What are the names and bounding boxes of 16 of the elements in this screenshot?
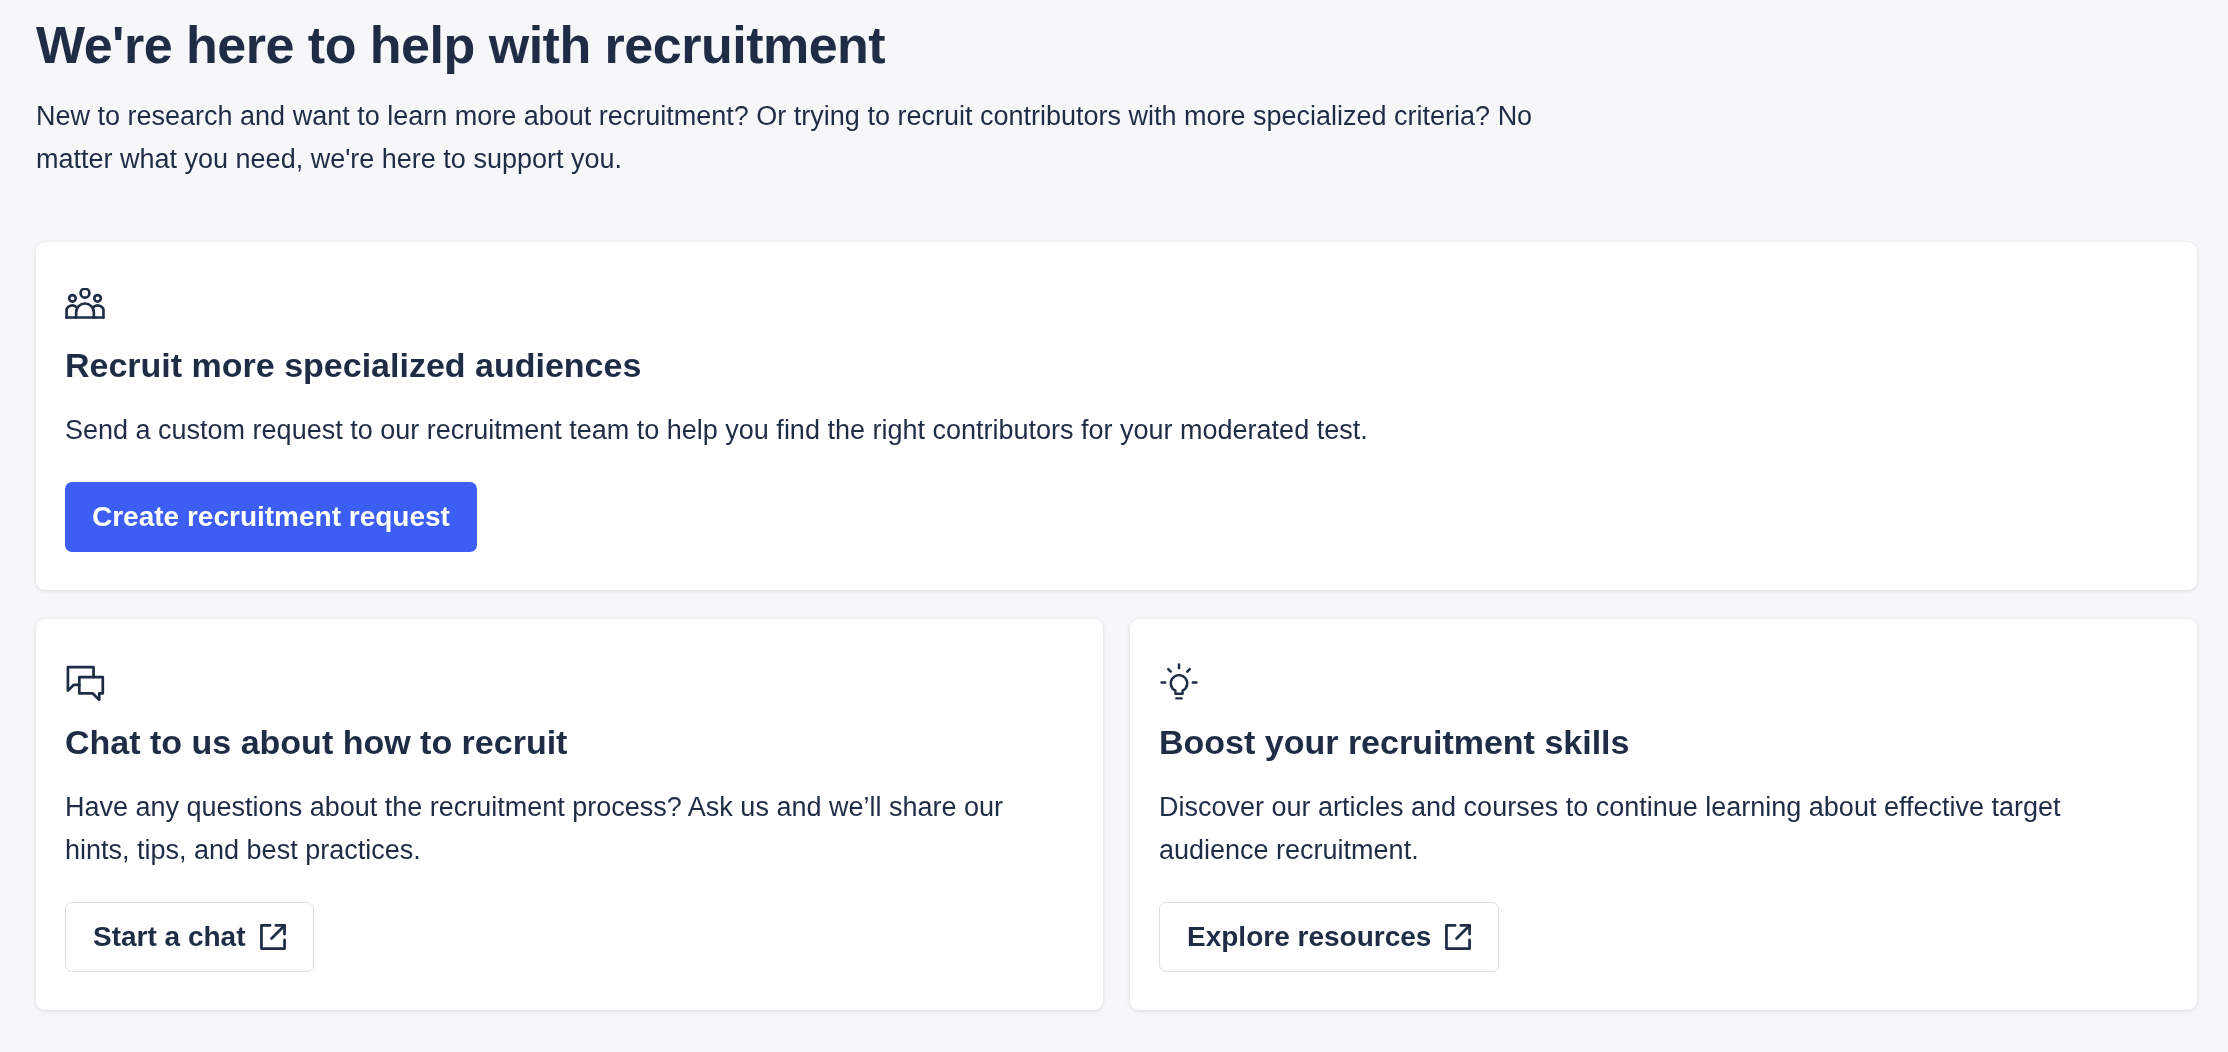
chat-bubbles-icon: [65, 665, 105, 702]
card-title: Recruit more specialized audiences: [65, 345, 643, 385]
card-title: Chat to us about how to recruit: [65, 722, 569, 762]
external-link-button[interactable]: Start a chat: [65, 902, 314, 972]
lightbulb-icon: [1159, 663, 1199, 703]
card-description: Discover our articles and courses to continue learning about effective target audience recruitment.: [1159, 791, 2062, 867]
card-description: Send a custom request to our recruitment team to help you find the right contributors for your moderated test.: [65, 414, 1369, 447]
people-group-icon: [65, 288, 105, 319]
page-title: We're here to help with recruitment: [36, 15, 887, 76]
external-link-button[interactable]: Explore resources: [1159, 902, 1500, 972]
card-description: Have any questions about the recruitment process? Ask us and we’ll share our hints, tips, and best practices.: [65, 791, 1004, 867]
create-request-button[interactable]: Create recruitment request: [65, 482, 477, 552]
external-link-icon: [1445, 924, 1472, 950]
external-link-icon: [259, 924, 286, 950]
card-title: Boost your recruitment skills: [1159, 722, 1631, 762]
intro-text: New to research and want to learn more about recruitment? Or trying to recruit contributors with more specialized criteria? No matter what you need, we're here to support you.: [36, 100, 1534, 176]
